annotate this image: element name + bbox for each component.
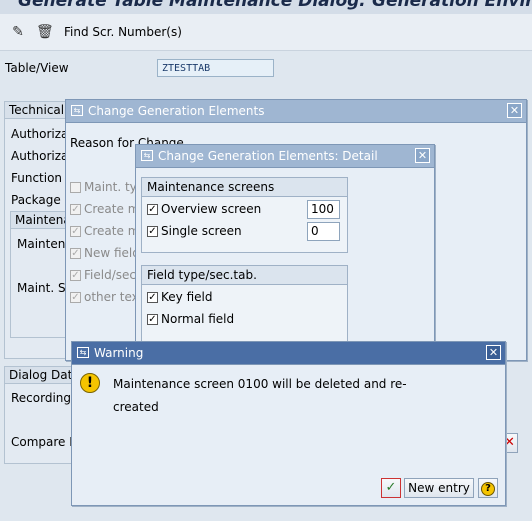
key-field-label: Key field [161,290,213,304]
dialog-data-group: Dialog Dat [4,366,81,464]
field-sec-label: Field/sec. [84,268,140,282]
recording-label: Recording [11,391,72,405]
overview-screen-number-field[interactable]: 100 [307,200,340,219]
detail-dialog-title: Change Generation Elements: Detail [158,149,378,163]
detail-dialog-title-bar: ⇆ Change Generation Elements: Detail ✕ [136,145,434,168]
field-type-group: Field type/sec.tab. [141,265,348,349]
create-2-label: Create m [84,224,140,238]
warning-title: Warning [94,346,144,360]
maint-screen-label: Maint. Sc [17,281,73,295]
help-icon[interactable]: ? [478,478,498,498]
overview-screen-label: Overview screen [161,202,262,216]
maintenance-group-title: Maintena [11,212,71,229]
new-field-label: New field [84,246,140,260]
find-screen-number-button[interactable]: Find Scr. Number(s) [64,25,182,39]
pencil-icon[interactable]: ✎ [10,24,26,40]
compare-label: Compare I [11,435,73,449]
application-toolbar: ✎ 🗑 Find Scr. Number(s) [0,14,532,51]
detail-dialog-window-icon: ⇆ [141,150,153,161]
table-view-label: Table/View [5,61,69,75]
checkbox-field-sec[interactable]: ✓ [70,270,81,281]
warning-message-line2: created [113,400,159,414]
authorization-label-1: Authorizat [11,127,74,141]
checkbox-other-text[interactable]: ✓ [70,292,81,303]
checkbox-maint-type[interactable] [70,182,81,193]
checkbox-normal-field[interactable]: ✓ [147,314,158,325]
window-title: Generate Table Maintenance Dialog: Gener… [18,0,532,11]
dialog-window-icon: ⇆ [71,105,83,116]
checkbox-create-1[interactable]: ✓ [70,204,81,215]
warning-title-bar: ⇆ Warning ✕ [72,342,505,365]
exclamation-icon: ! [80,373,100,393]
checkmark-icon[interactable]: ✓ [381,478,401,498]
maintenance-screens-heading: Maintenance screens [142,178,347,197]
dialog-title-bar: ⇆ Change Generation Elements ✕ [66,100,526,123]
single-screen-label: Single screen [161,224,242,238]
new-entry-button[interactable]: New entry [404,478,474,498]
close-icon[interactable]: ✕ [415,148,430,163]
warning-message-line1: Maintenance screen 0100 will be deleted … [113,377,407,391]
trash-icon[interactable]: 🗑 [36,24,54,40]
window-title-bar: Generate Table Maintenance Dialog: Gener… [0,0,532,14]
checkbox-new-field[interactable]: ✓ [70,248,81,259]
close-icon[interactable]: ✕ [507,103,522,118]
warning-dialog-window-icon: ⇆ [77,347,89,358]
dialog-data-group-title: Dialog Dat [5,367,80,384]
checkbox-single-screen[interactable]: ✓ [147,226,158,237]
single-screen-number-field[interactable]: 0 [307,222,340,241]
authorization-label-2: Authorizat [11,149,74,163]
maintenance-group: Maintena [10,211,72,338]
dialog-title: Change Generation Elements [88,104,265,118]
checkbox-create-2[interactable]: ✓ [70,226,81,237]
field-type-heading: Field type/sec.tab. [142,266,347,285]
checkbox-overview-screen[interactable]: ✓ [147,204,158,215]
package-label: Package [11,193,61,207]
normal-field-label: Normal field [161,312,235,326]
other-text-label: other tex [84,290,139,304]
table-view-field[interactable]: ZTESTTAB [157,59,274,77]
close-icon[interactable]: ✕ [486,345,501,360]
create-1-label: Create m [84,202,140,216]
checkbox-key-field[interactable]: ✓ [147,292,158,303]
